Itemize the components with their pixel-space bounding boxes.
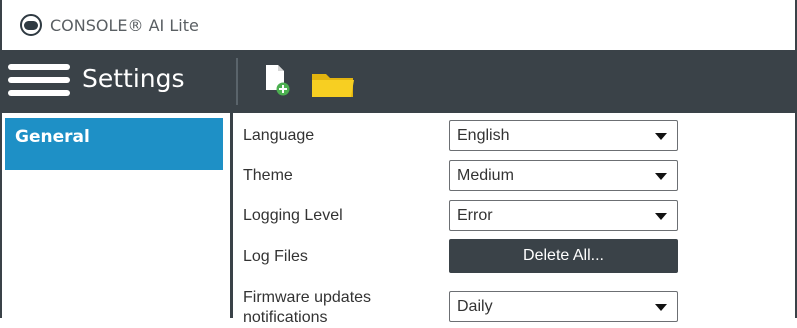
delete-all-button[interactable]: Delete All...	[449, 239, 678, 273]
firmware-updates-select[interactable]: Daily	[449, 291, 678, 322]
language-select[interactable]: English	[449, 120, 678, 151]
window-title: CONSOLE® AI Lite	[50, 15, 199, 35]
theme-select[interactable]: Medium	[449, 160, 678, 191]
page-title: Settings	[82, 64, 185, 93]
chevron-down-icon	[655, 213, 667, 220]
sidebar: General	[2, 113, 224, 318]
toolbar-divider	[236, 58, 238, 105]
app-logo-icon	[20, 14, 42, 36]
language-value: English	[457, 127, 510, 144]
title-bar: CONSOLE® AI Lite	[2, 0, 795, 50]
new-file-icon[interactable]	[264, 64, 290, 96]
logging-level-label: Logging Level	[243, 207, 343, 224]
chevron-down-icon	[655, 173, 667, 180]
app-window: CONSOLE® AI Lite Settings General Langua…	[0, 0, 797, 326]
chevron-down-icon	[655, 133, 667, 140]
theme-label: Theme	[243, 167, 293, 184]
logging-level-select[interactable]: Error	[449, 200, 678, 231]
folder-icon[interactable]	[310, 70, 356, 98]
log-files-label: Log Files	[243, 248, 308, 265]
theme-value: Medium	[457, 167, 514, 184]
sidebar-item-general[interactable]: General	[5, 118, 223, 170]
hamburger-menu-icon[interactable]	[8, 64, 70, 100]
settings-panel: Language English Theme Medium Logging Le…	[233, 113, 793, 326]
chevron-down-icon	[655, 304, 667, 311]
firmware-updates-label: Firmware updates notifications	[243, 289, 372, 326]
toolbar: Settings	[2, 50, 795, 113]
language-label: Language	[243, 127, 315, 144]
firmware-updates-value: Daily	[457, 298, 493, 315]
logging-level-value: Error	[457, 207, 493, 224]
